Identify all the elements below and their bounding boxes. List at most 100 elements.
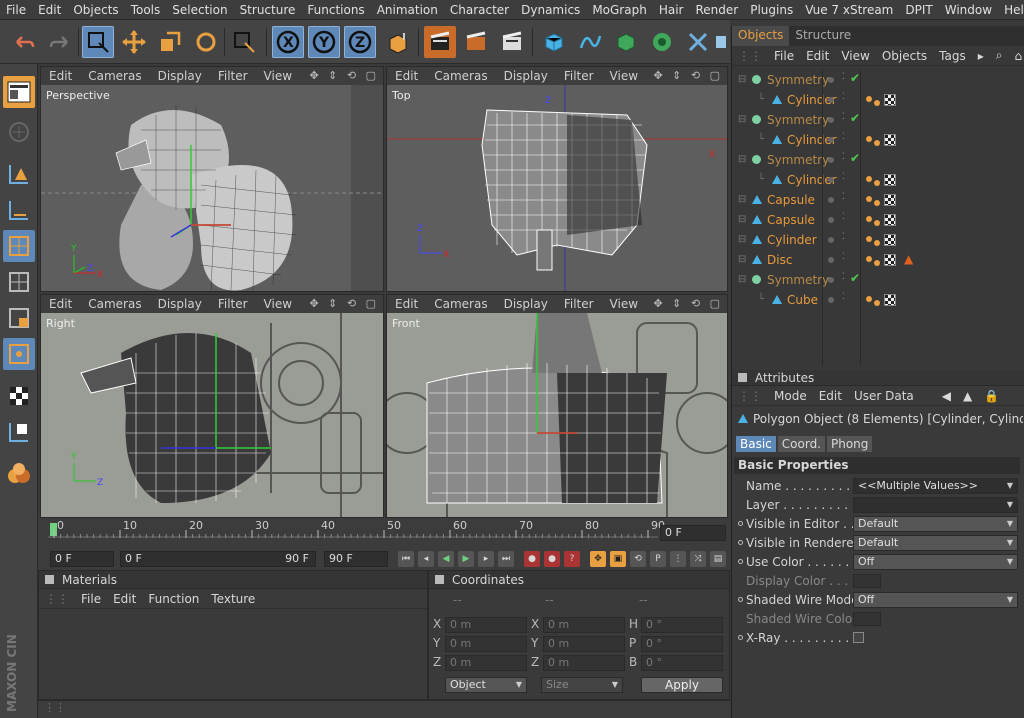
x-axis-lock-icon[interactable]: X xyxy=(272,26,304,58)
menu-window[interactable]: Window xyxy=(939,3,998,17)
rotation-field[interactable]: 0 ° xyxy=(641,636,723,652)
up-arrow-icon[interactable]: ▲ xyxy=(957,389,978,403)
viewport-cameras-menu[interactable]: Cameras xyxy=(80,297,149,311)
phong-tag-icon[interactable] xyxy=(866,296,872,302)
attribute-dropdown[interactable]: Off xyxy=(853,553,1018,570)
rotate-tool-icon[interactable] xyxy=(190,26,222,58)
viewport-cameras-menu[interactable]: Cameras xyxy=(426,297,495,311)
animation-bullet-icon[interactable] xyxy=(738,559,743,564)
viewport-nav-icons[interactable]: ✥ ⇕ ⟲ ▢ xyxy=(309,297,379,310)
menu-render[interactable]: Render xyxy=(689,3,744,17)
color-swatch[interactable] xyxy=(853,573,881,588)
texture-tag-icon[interactable] xyxy=(884,94,896,106)
redo-button[interactable] xyxy=(44,26,76,58)
scene-icon[interactable] xyxy=(712,26,730,58)
recent-tool-icon[interactable] xyxy=(228,26,260,58)
materials-function-menu[interactable]: Function xyxy=(142,592,205,606)
viewport-display-menu[interactable]: Display xyxy=(496,69,556,83)
editor-visibility-dot[interactable] xyxy=(828,77,834,83)
goto-end-button[interactable]: ⏭ xyxy=(498,551,514,567)
animation-bullet-icon[interactable] xyxy=(738,540,743,545)
texture-tag-icon[interactable] xyxy=(884,254,896,266)
xray-checkbox[interactable] xyxy=(853,632,864,643)
attributes-mode-menu[interactable]: Mode xyxy=(768,389,813,403)
visibility-dots-icon[interactable]: ⁚ xyxy=(842,252,845,262)
record-position-button[interactable]: ✥ xyxy=(590,551,606,567)
viewport-view-menu[interactable]: View xyxy=(602,69,646,83)
menu-animation[interactable]: Animation xyxy=(371,3,444,17)
perspective-viewport[interactable]: Y XZ Edit Cameras Display Filter View ✥ ⇕… xyxy=(40,66,384,292)
texture-tag-icon[interactable] xyxy=(884,134,896,146)
tab-structure[interactable]: Structure xyxy=(789,26,857,46)
phong-tag-icon[interactable] xyxy=(866,256,872,262)
timeline[interactable]: 0 10 20 30 40 50 60 70 80 90 0 F xyxy=(38,518,730,548)
menu-file[interactable]: File xyxy=(0,3,32,17)
tab-coord[interactable]: Coord. xyxy=(777,436,825,452)
viewport-filter-menu[interactable]: Filter xyxy=(210,297,256,311)
objects-objects-menu[interactable]: Objects xyxy=(876,49,933,63)
top-viewport[interactable]: Z X Z X Edit Cameras Display Filter View … xyxy=(386,66,728,292)
scale-tool-icon[interactable] xyxy=(154,26,186,58)
object-name[interactable]: Symmetry xyxy=(767,73,829,87)
viewport-display-menu[interactable]: Display xyxy=(150,69,210,83)
search-icon[interactable]: ⌕ xyxy=(990,48,1009,63)
size-mode-dropdown[interactable]: Size xyxy=(541,677,623,693)
attribute-dropdown[interactable]: Default xyxy=(853,515,1018,532)
menu-functions[interactable]: Functions xyxy=(301,3,370,17)
apply-button[interactable]: Apply xyxy=(641,677,723,693)
phong-tag-icon[interactable] xyxy=(874,140,880,146)
viewport-view-menu[interactable]: View xyxy=(256,297,300,311)
end-frame-field[interactable]: 90 F xyxy=(324,551,388,567)
menu-character[interactable]: Character xyxy=(444,3,515,17)
visibility-dots-icon[interactable]: ⁚ xyxy=(842,152,845,162)
enabled-checkmark-icon[interactable]: ✔ xyxy=(850,111,860,125)
object-name[interactable]: Symmetry xyxy=(767,153,829,167)
z-axis-lock-icon[interactable]: Z xyxy=(344,26,376,58)
object-row[interactable]: └ Cube ⁚ xyxy=(732,290,1024,310)
viewport-view-menu[interactable]: View xyxy=(602,297,646,311)
menu-objects[interactable]: Objects xyxy=(67,3,124,17)
right-viewport[interactable]: YZ Edit Cameras Display Filter View ✥ ⇕ … xyxy=(40,294,384,518)
attributes-edit-menu[interactable]: Edit xyxy=(813,389,848,403)
phong-tag-icon[interactable] xyxy=(874,220,880,226)
object-name[interactable]: Cube xyxy=(787,293,818,307)
tab-phong[interactable]: Phong xyxy=(827,436,873,452)
lock-icon[interactable]: 🔒 xyxy=(978,389,1005,403)
objects-edit-menu[interactable]: Edit xyxy=(800,49,835,63)
visibility-dots-icon[interactable]: ⁚ xyxy=(842,272,845,282)
prev-key-button[interactable]: ◂ xyxy=(418,551,434,567)
object-name[interactable]: Capsule xyxy=(767,193,815,207)
texture-tag-icon[interactable] xyxy=(884,294,896,306)
editor-visibility-dot[interactable] xyxy=(828,137,834,143)
animation-bullet-icon[interactable] xyxy=(738,635,743,640)
tweak-mode-icon[interactable] xyxy=(3,416,35,448)
menu-structure[interactable]: Structure xyxy=(234,3,302,17)
goto-start-button[interactable]: ⏮ xyxy=(398,551,414,567)
object-name[interactable]: Cylinder xyxy=(767,233,817,247)
viewport-display-menu[interactable]: Display xyxy=(496,297,556,311)
render-settings-icon[interactable] xyxy=(496,26,528,58)
record-button[interactable]: ● xyxy=(524,551,540,567)
object-name[interactable]: Symmetry xyxy=(767,273,829,287)
interpolation-button[interactable]: ⤨ xyxy=(690,551,706,567)
autokey-button[interactable]: ● xyxy=(544,551,560,567)
texture-tag-icon[interactable] xyxy=(884,174,896,186)
animation-bullet-icon[interactable] xyxy=(738,597,743,602)
coordinate-mode-dropdown[interactable]: Object xyxy=(445,677,527,693)
attribute-dropdown[interactable]: Off xyxy=(853,591,1018,608)
make-editable-icon[interactable] xyxy=(3,116,35,148)
visibility-dots-icon[interactable]: ⁚ xyxy=(842,132,845,142)
visibility-dots-icon[interactable]: ⁚ xyxy=(842,192,845,202)
y-axis-lock-icon[interactable]: Y xyxy=(308,26,340,58)
object-row[interactable]: ⊟ Capsule ⁚ xyxy=(732,210,1024,230)
model-mode-icon[interactable] xyxy=(3,158,35,190)
menu-dynamics[interactable]: Dynamics xyxy=(515,3,586,17)
record-pla-button[interactable]: ⋮ xyxy=(670,551,686,567)
size-field[interactable]: 0 m xyxy=(543,636,625,652)
viewport-edit-menu[interactable]: Edit xyxy=(387,297,426,311)
menu-help[interactable]: Help xyxy=(998,3,1024,17)
position-field[interactable]: 0 m xyxy=(445,655,527,671)
points-mode-icon[interactable] xyxy=(3,266,35,298)
visibility-dots-icon[interactable]: ⁚ xyxy=(842,92,845,102)
object-row[interactable]: ⊟ Symmetry ⁚ ✔ xyxy=(732,150,1024,170)
